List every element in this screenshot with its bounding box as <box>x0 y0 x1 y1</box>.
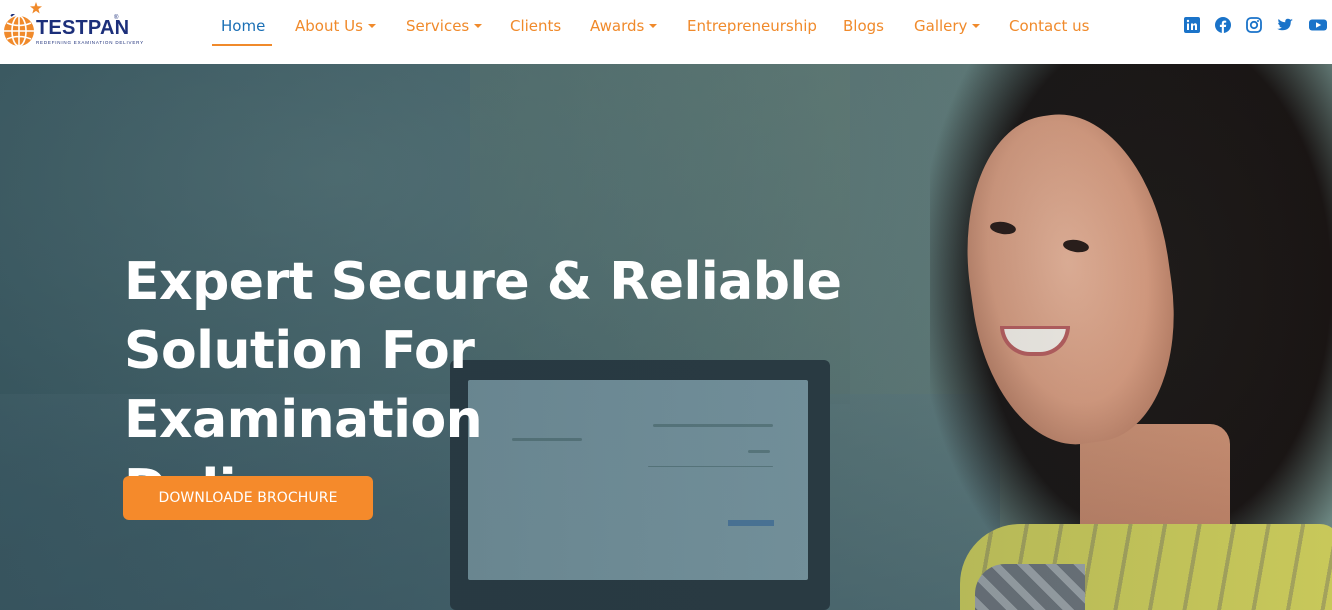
nav-clients-label: Clients <box>510 17 562 35</box>
brand-tagline: REDEFINING EXAMINATION DELIVERY <box>36 40 144 45</box>
nav-about-us[interactable]: About Us <box>295 17 376 37</box>
nav-gallery[interactable]: Gallery <box>914 17 981 37</box>
nav-services-label: Services <box>406 17 470 35</box>
hero-title-line1: Expert Secure & Reliable <box>124 252 842 312</box>
instagram-icon[interactable] <box>1246 17 1262 33</box>
caret-down-icon <box>972 24 981 28</box>
globe-icon <box>4 14 34 47</box>
hero-banner: Expert Secure & Reliable Solution For Ex… <box>0 64 1332 610</box>
linkedin-icon[interactable] <box>1184 17 1200 33</box>
brand-logo[interactable]: TESTPAN ® REDEFINING EXAMINATION DELIVER… <box>0 2 143 54</box>
nav-contact-us[interactable]: Contact us <box>1009 17 1089 37</box>
caret-down-icon <box>649 24 658 28</box>
twitter-icon[interactable] <box>1277 17 1293 33</box>
nav-entrepreneurship-label: Entrepreneurship <box>687 17 817 35</box>
nav-about-us-label: About Us <box>295 17 363 35</box>
nav-services[interactable]: Services <box>406 17 483 37</box>
nav-blogs-label: Blogs <box>843 17 884 35</box>
site-header: TESTPAN ® REDEFINING EXAMINATION DELIVER… <box>0 0 1332 64</box>
nav-awards-label: Awards <box>590 17 645 35</box>
nav-clients[interactable]: Clients <box>510 17 561 37</box>
registered-mark: ® <box>114 15 119 21</box>
nav-contact-us-label: Contact us <box>1009 17 1090 35</box>
nav-gallery-label: Gallery <box>914 17 968 35</box>
nav-entrepreneurship[interactable]: Entrepreneurship <box>687 17 817 37</box>
facebook-icon[interactable] <box>1215 17 1231 33</box>
caret-down-icon <box>367 24 376 28</box>
caret-down-icon <box>474 24 483 28</box>
nav-home-label: Home <box>221 17 266 35</box>
nav-home[interactable]: Home <box>221 17 265 37</box>
youtube-icon[interactable] <box>1309 17 1327 33</box>
star-icon <box>30 2 42 14</box>
nav-blogs[interactable]: Blogs <box>843 17 884 37</box>
nav-active-underline <box>212 44 272 46</box>
nav-awards[interactable]: Awards <box>590 17 658 37</box>
download-brochure-button[interactable]: DOWNLOADE BROCHURE <box>123 476 373 520</box>
hero-title-line2: Solution For Examination <box>124 321 483 450</box>
